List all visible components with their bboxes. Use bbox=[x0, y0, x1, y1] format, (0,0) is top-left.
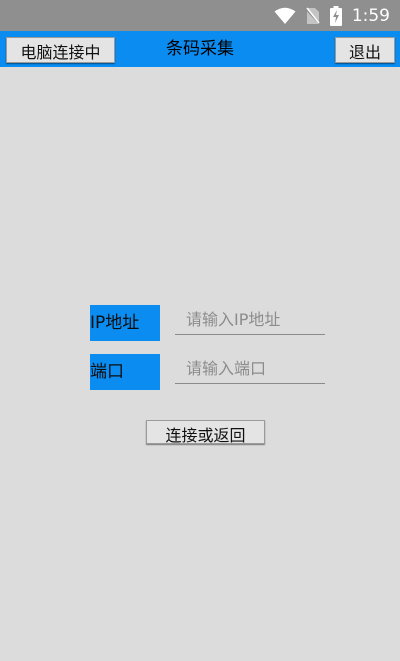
status-bar: 1:59 bbox=[0, 0, 400, 31]
status-icons: 1:59 bbox=[274, 4, 390, 28]
battery-charging-icon bbox=[329, 6, 342, 26]
wifi-icon bbox=[274, 7, 296, 24]
port-input[interactable] bbox=[175, 354, 325, 384]
port-label: 端口 bbox=[90, 354, 160, 390]
page-title: 条码采集 bbox=[166, 39, 234, 59]
connect-or-return-button[interactable]: 连接或返回 bbox=[146, 420, 265, 444]
no-sim-icon bbox=[305, 7, 320, 25]
ip-address-input[interactable] bbox=[175, 305, 325, 335]
status-time: 1:59 bbox=[351, 6, 390, 26]
ip-label: IP地址 bbox=[90, 305, 160, 341]
